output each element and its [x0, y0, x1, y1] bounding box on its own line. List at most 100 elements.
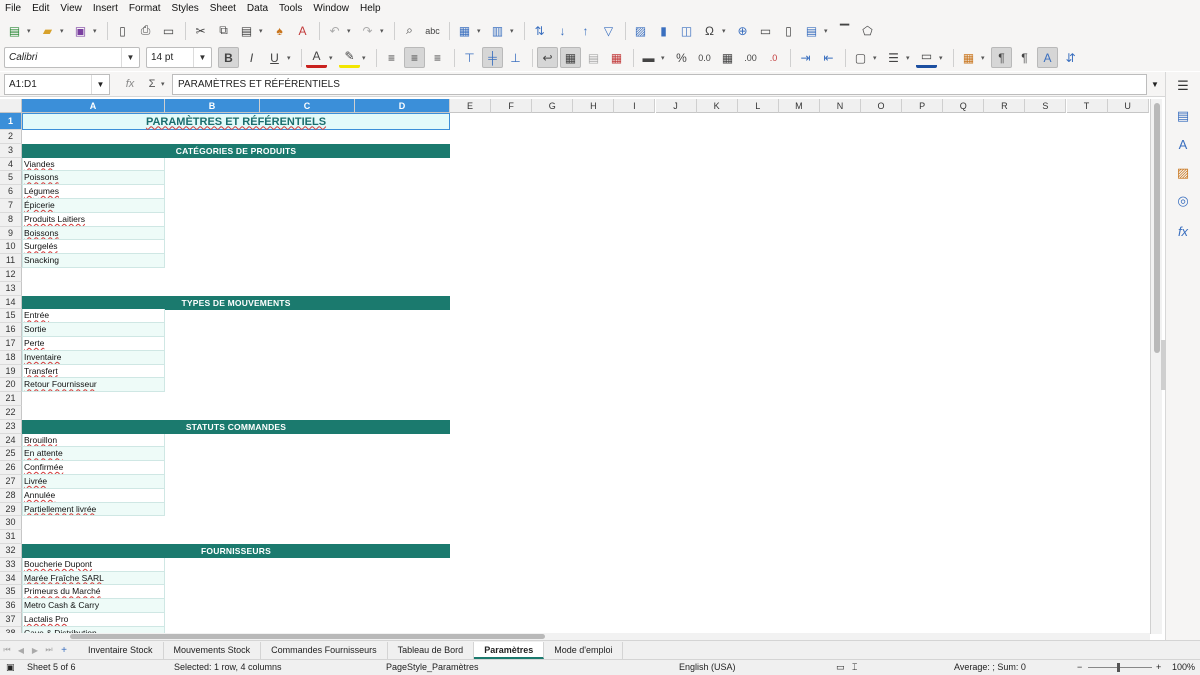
column-header-f[interactable]: F	[491, 99, 533, 113]
find-replace-icon[interactable]: ⌕	[399, 20, 420, 41]
redo-dropdown-icon[interactable]: ▾	[380, 27, 387, 35]
row-header-19[interactable]: 19	[0, 364, 22, 379]
column-header-p[interactable]: P	[902, 99, 944, 113]
row-header-4[interactable]: 4	[0, 157, 22, 172]
row-icon[interactable]: ▦	[454, 20, 475, 41]
insert-chart-icon[interactable]: ▮	[653, 20, 674, 41]
list-item[interactable]: Inventaire	[22, 350, 165, 365]
date-format-icon[interactable]: ▦	[717, 47, 738, 68]
list-item[interactable]: Produits Laitiers	[22, 212, 165, 227]
horizontal-scroll-thumb[interactable]	[70, 634, 545, 639]
sort-ascending-icon[interactable]: ↓	[552, 20, 573, 41]
list-item[interactable]: En attente	[22, 447, 165, 462]
headers-footers-icon[interactable]: ▯	[778, 20, 799, 41]
list-item[interactable]: Viandes	[22, 157, 165, 172]
name-box[interactable]: A1:D1 ▼	[4, 73, 110, 95]
list-item[interactable]: Sortie	[22, 323, 165, 337]
column-header-d[interactable]: D	[355, 99, 450, 113]
row-header-13[interactable]: 13	[0, 281, 22, 296]
border-color-icon[interactable]: ▭	[916, 47, 937, 68]
percent-format-icon[interactable]: %	[671, 47, 692, 68]
font-size-combo[interactable]: 14 pt ▼	[146, 47, 212, 68]
print-area-dropdown-icon[interactable]: ▾	[824, 27, 831, 35]
print-preview-icon[interactable]: ▭	[158, 20, 179, 41]
redo-icon[interactable]: ↷	[357, 20, 378, 41]
row-header-30[interactable]: 30	[0, 516, 22, 531]
row-header-34[interactable]: 34	[0, 571, 22, 586]
sum-dropdown-icon[interactable]: ▾	[161, 80, 168, 88]
list-item[interactable]: Entrée	[22, 309, 165, 324]
row-header-21[interactable]: 21	[0, 392, 22, 406]
column-header-k[interactable]: K	[696, 99, 738, 113]
row-header-36[interactable]: 36	[0, 599, 22, 613]
align-top-icon[interactable]: ⊤	[459, 47, 480, 68]
zoom-slider[interactable]	[1088, 667, 1152, 668]
menu-edit[interactable]: Edit	[32, 0, 49, 17]
properties-icon[interactable]: ▤	[1173, 106, 1193, 126]
delete-decimal-icon[interactable]: .0	[763, 47, 784, 68]
column-header-o[interactable]: O	[861, 99, 903, 113]
row-header-23[interactable]: 23	[0, 419, 22, 434]
row-header-29[interactable]: 29	[0, 502, 22, 517]
conditional-format-icon[interactable]: ▦	[958, 47, 979, 68]
add-decimal-icon[interactable]: .00	[740, 47, 761, 68]
currency-format-icon[interactable]: ▬	[638, 47, 659, 68]
list-item[interactable]: Retour Fournisseur	[22, 378, 165, 393]
column-header-g[interactable]: G	[532, 99, 574, 113]
row-header-3[interactable]: 3	[0, 143, 22, 158]
border-style-dropdown-icon[interactable]: ▾	[906, 54, 913, 62]
zoom-in-icon[interactable]: +	[1156, 662, 1161, 672]
undo-dropdown-icon[interactable]: ▾	[347, 27, 354, 35]
sheet-tab[interactable]: Mode d'emploi	[544, 641, 624, 659]
copy-icon[interactable]: ⧉	[213, 20, 234, 41]
language-status[interactable]: English (USA)	[679, 662, 736, 672]
autofilter-icon[interactable]: ▽	[598, 20, 619, 41]
row-header-26[interactable]: 26	[0, 461, 22, 475]
cut-icon[interactable]: ✂	[190, 20, 211, 41]
decrease-indent-icon[interactable]: ⇤	[818, 47, 839, 68]
styles-icon[interactable]: A	[1173, 134, 1193, 154]
sort-descending-icon[interactable]: ↑	[575, 20, 596, 41]
row-header-12[interactable]: 12	[0, 268, 22, 282]
row-header-22[interactable]: 22	[0, 406, 22, 420]
special-character-dropdown-icon[interactable]: ▾	[722, 27, 729, 35]
list-item[interactable]: Surgelés	[22, 240, 165, 255]
column-header-h[interactable]: H	[573, 99, 615, 113]
list-item[interactable]: Boucherie Dupont	[22, 557, 165, 572]
text-top-to-bottom-icon[interactable]: ⇵	[1060, 47, 1081, 68]
gallery-icon[interactable]: ▨	[1173, 163, 1193, 183]
row-header-18[interactable]: 18	[0, 350, 22, 365]
comment-icon[interactable]: ▭	[755, 20, 776, 41]
section-header[interactable]: TYPES DE MOUVEMENTS	[22, 295, 450, 310]
expand-formula-icon[interactable]: ▼	[1148, 74, 1162, 95]
list-item[interactable]: Metro Cash & Carry	[22, 599, 165, 613]
row-header-27[interactable]: 27	[0, 475, 22, 489]
column-header-m[interactable]: M	[778, 99, 820, 113]
highlight-dropdown-icon[interactable]: ▾	[362, 54, 369, 62]
borders-icon[interactable]: ▢	[850, 47, 871, 68]
list-item[interactable]: Transfert	[22, 364, 165, 379]
align-bottom-icon[interactable]: ⊥	[505, 47, 526, 68]
document-modified-icon[interactable]: ▣	[6, 662, 15, 673]
number-format-icon[interactable]: 0.0	[694, 47, 715, 68]
row-dropdown-icon[interactable]: ▾	[477, 27, 484, 35]
horizontal-scrollbar[interactable]	[0, 633, 1150, 640]
column-header-q[interactable]: Q	[943, 99, 985, 113]
row-header-11[interactable]: 11	[0, 254, 22, 268]
row-header-17[interactable]: 17	[0, 337, 22, 351]
sidebar-collapse-handle[interactable]	[1161, 340, 1166, 390]
underline-icon[interactable]: U	[264, 47, 285, 68]
zoom-slider-knob[interactable]	[1117, 663, 1120, 672]
align-right-icon[interactable]: ≡	[427, 47, 448, 68]
sum-icon[interactable]: Σ	[144, 78, 160, 90]
sheet-tab[interactable]: Commandes Fournisseurs	[261, 641, 388, 659]
menu-styles[interactable]: Styles	[172, 0, 199, 17]
print-icon[interactable]: ⎙	[135, 20, 156, 41]
row-header-15[interactable]: 15	[0, 309, 22, 324]
highlight-color-icon[interactable]: ✎	[339, 47, 360, 68]
vertical-text-icon[interactable]: A	[1037, 47, 1058, 68]
menu-insert[interactable]: Insert	[93, 0, 118, 17]
next-sheet-icon[interactable]: ▶	[28, 646, 42, 655]
section-header[interactable]: CATÉGORIES DE PRODUITS	[22, 143, 450, 158]
bold-icon[interactable]: B	[218, 47, 239, 68]
